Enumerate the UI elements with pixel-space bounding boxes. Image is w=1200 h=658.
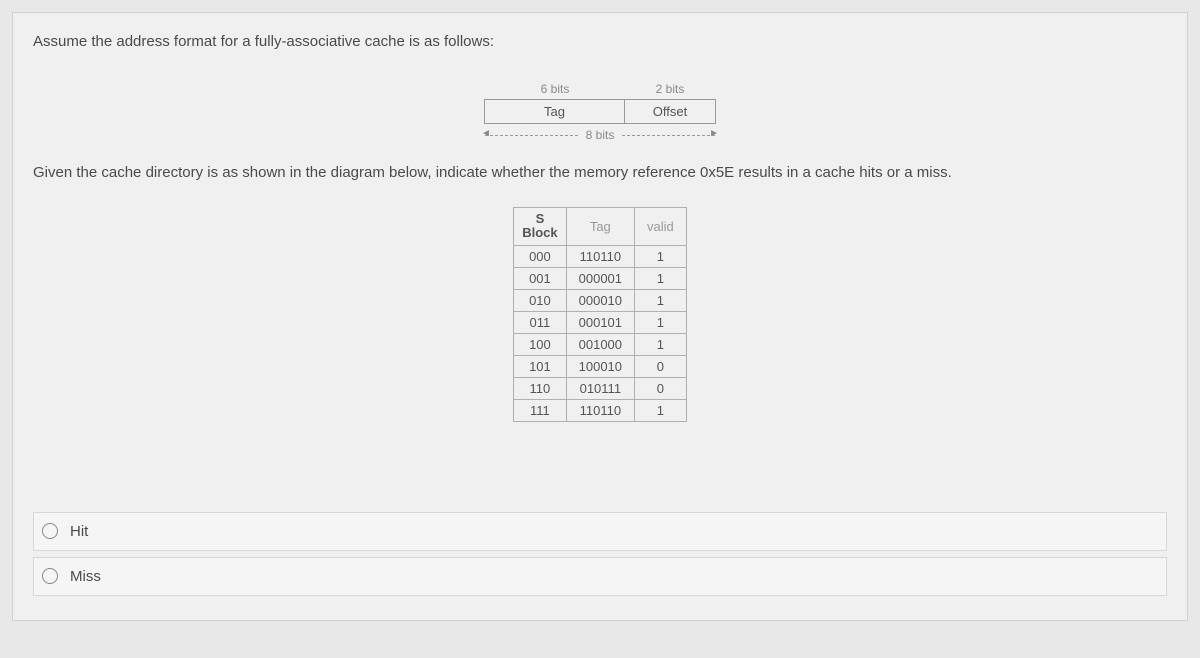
header-sblock: SBlock: [514, 208, 566, 246]
cache-directory-table: SBlock Tag valid 000 110110 1 001 000001…: [513, 207, 687, 422]
header-valid: valid: [635, 208, 687, 246]
cell-valid: 0: [635, 355, 687, 377]
table-row: 001 000001 1: [514, 267, 687, 289]
cell-tag: 000001: [566, 267, 634, 289]
option-hit[interactable]: Hit: [33, 512, 1167, 551]
option-miss-label: Miss: [70, 568, 101, 585]
tag-cell: Tag: [485, 100, 625, 123]
arrow-left: [485, 135, 578, 136]
cell-block: 100: [514, 333, 566, 355]
table-row: 110 010111 0: [514, 377, 687, 399]
question-line-1: Assume the address format for a fully-as…: [33, 31, 1167, 52]
table-row: 010 000010 1: [514, 289, 687, 311]
cell-valid: 1: [635, 399, 687, 421]
cell-block: 111: [514, 399, 566, 421]
bits-labels-row: 6 bits 2 bits: [485, 82, 715, 96]
total-bits-arrow: 8 bits: [485, 128, 715, 142]
table-row: 111 110110 1: [514, 399, 687, 421]
bits-label-6: 6 bits: [485, 82, 625, 96]
address-row: Tag Offset: [484, 99, 716, 124]
bits-label-2: 2 bits: [625, 82, 715, 96]
cell-valid: 1: [635, 333, 687, 355]
header-tag: Tag: [566, 208, 634, 246]
radio-icon: [42, 568, 58, 584]
radio-icon: [42, 523, 58, 539]
arrow-right: [622, 135, 715, 136]
address-format-diagram: 6 bits 2 bits Tag Offset 8 bits: [33, 82, 1167, 142]
cache-table-body: 000 110110 1 001 000001 1 010 000010 1 0…: [514, 245, 687, 421]
table-row: 000 110110 1: [514, 245, 687, 267]
cell-block: 010: [514, 289, 566, 311]
table-row: 011 000101 1: [514, 311, 687, 333]
cell-block: 101: [514, 355, 566, 377]
table-header-row: SBlock Tag valid: [514, 208, 687, 246]
cell-tag: 001000: [566, 333, 634, 355]
cell-tag: 010111: [566, 377, 634, 399]
cache-table-container: SBlock Tag valid 000 110110 1 001 000001…: [33, 207, 1167, 422]
option-miss[interactable]: Miss: [33, 557, 1167, 596]
total-bits-label: 8 bits: [578, 128, 623, 142]
cell-tag: 110110: [566, 245, 634, 267]
option-hit-label: Hit: [70, 523, 88, 540]
cell-block: 001: [514, 267, 566, 289]
cell-tag: 000010: [566, 289, 634, 311]
cell-tag: 110110: [566, 399, 634, 421]
table-row: 100 001000 1: [514, 333, 687, 355]
cell-tag: 000101: [566, 311, 634, 333]
cell-tag: 100010: [566, 355, 634, 377]
cell-valid: 1: [635, 289, 687, 311]
cell-block: 000: [514, 245, 566, 267]
cell-valid: 1: [635, 311, 687, 333]
answer-options: Hit Miss: [33, 512, 1167, 596]
cell-block: 110: [514, 377, 566, 399]
cell-valid: 0: [635, 377, 687, 399]
offset-cell: Offset: [625, 100, 715, 123]
table-row: 101 100010 0: [514, 355, 687, 377]
cell-block: 011: [514, 311, 566, 333]
cell-valid: 1: [635, 245, 687, 267]
question-line-2: Given the cache directory is as shown in…: [33, 162, 1167, 183]
cell-valid: 1: [635, 267, 687, 289]
question-container: Assume the address format for a fully-as…: [12, 12, 1188, 621]
